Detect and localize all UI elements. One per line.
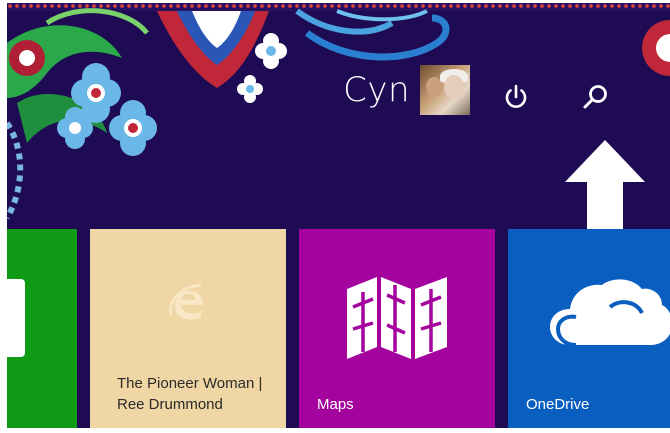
tile-maps[interactable]: Maps bbox=[299, 229, 495, 428]
power-button[interactable] bbox=[501, 82, 531, 112]
tile-label: Maps bbox=[317, 396, 354, 413]
power-icon bbox=[505, 84, 527, 108]
start-screen: Cyn The Pioneer Woman | Ree Drummond Map… bbox=[7, 3, 670, 428]
maps-icon bbox=[347, 277, 447, 359]
tile-icon-partial bbox=[7, 279, 25, 357]
avatar-photo-person bbox=[444, 75, 464, 99]
search-icon bbox=[583, 85, 607, 109]
tile-label-line2: Ree Drummond bbox=[117, 396, 223, 413]
tile-onedrive[interactable]: OneDrive bbox=[508, 229, 670, 428]
tile-row: The Pioneer Woman | Ree Drummond Maps On… bbox=[7, 229, 670, 428]
tile-label: OneDrive bbox=[526, 396, 590, 413]
tile-label-line1: The Pioneer Woman | bbox=[117, 375, 263, 392]
tile-label: The Pioneer Woman | Ree Drummond bbox=[117, 373, 262, 415]
user-avatar[interactable] bbox=[420, 65, 470, 115]
arrow-up-icon bbox=[565, 140, 645, 230]
search-button[interactable] bbox=[580, 82, 612, 114]
username-label: Cyn bbox=[343, 70, 410, 110]
cloud-icon bbox=[550, 279, 670, 347]
tile-partial-green[interactable] bbox=[7, 229, 77, 428]
internet-explorer-icon bbox=[168, 283, 203, 320]
user-account[interactable]: Cyn bbox=[343, 65, 470, 115]
tile-pioneer-woman[interactable]: The Pioneer Woman | Ree Drummond bbox=[90, 229, 286, 428]
